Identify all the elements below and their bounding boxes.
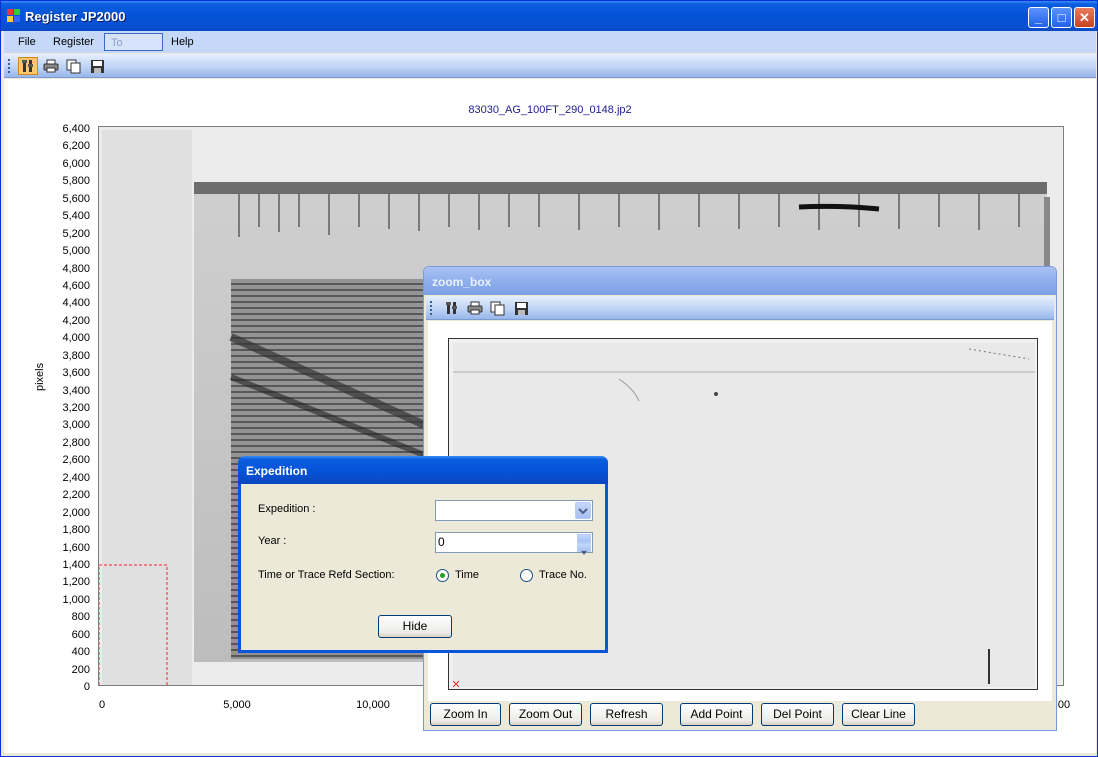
trace-radio-label[interactable]: Trace No. [539, 569, 587, 581]
y-tick-label: 400 [71, 646, 90, 659]
y-tick-label: 5,800 [62, 175, 90, 188]
y-tick-label: 6,400 [62, 123, 90, 135]
chevron-down-icon[interactable] [575, 502, 591, 519]
y-tick-label: 4,000 [62, 332, 90, 345]
copy-icon[interactable] [488, 299, 508, 317]
menu-bar: File Register To SEGY Help [4, 31, 1096, 67]
maximize-button[interactable]: □ [1051, 7, 1072, 28]
y-tick-label: 4,800 [62, 262, 90, 275]
x-tick-label: 10,000 [356, 699, 390, 711]
y-tick-label: 1,600 [62, 541, 90, 554]
print-icon[interactable] [41, 57, 61, 75]
y-tick-label: 5,200 [62, 227, 90, 240]
y-tick-label: 5,600 [62, 192, 90, 205]
toolbar-grip[interactable] [8, 59, 10, 73]
main-toolbar [4, 54, 1096, 78]
y-tick-label: 2,000 [62, 506, 90, 519]
y-tick-label: 4,600 [62, 279, 90, 292]
x-tick-label: 5,000 [223, 699, 251, 711]
time-radio-label[interactable]: Time [455, 569, 479, 581]
expedition-title-bar[interactable]: Expedition [238, 456, 608, 484]
y-tick-label: 1,200 [62, 576, 90, 589]
save-icon[interactable] [87, 57, 107, 75]
menu-help[interactable]: Help [165, 33, 200, 51]
plot-title: 83030_AG_100FT_290_0148.jp2 [468, 104, 632, 116]
year-label: Year : [258, 535, 287, 547]
year-value: 0 [438, 535, 445, 549]
settings-tool-icon[interactable] [442, 299, 462, 317]
section-label: Time or Trace Refd Section: [258, 569, 395, 581]
spin-down-icon[interactable] [577, 543, 591, 555]
y-tick-label: 800 [71, 611, 90, 624]
y-tick-label: 3,800 [62, 349, 90, 362]
refresh-button[interactable]: Refresh [590, 703, 663, 726]
zoom-title: zoom_box [432, 275, 492, 289]
y-tick-label: 200 [71, 663, 90, 676]
add-point-button[interactable]: Add Point [680, 703, 753, 726]
zoom-in-button[interactable]: Zoom In [430, 703, 501, 726]
window-title: Register JP2000 [25, 9, 126, 24]
print-icon[interactable] [465, 299, 485, 317]
y-tick-label: 1,000 [62, 593, 90, 606]
radio-selected-dot [440, 573, 445, 578]
y-tick-label: 6,200 [62, 140, 90, 153]
expedition-label: Expedition : [258, 503, 316, 515]
y-tick-label: 1,800 [62, 524, 90, 537]
expedition-select[interactable] [435, 500, 593, 521]
menu-register[interactable]: Register [47, 33, 100, 51]
y-tick-label: 4,200 [62, 314, 90, 327]
y-tick-label: 6,000 [62, 157, 90, 170]
menu-to-segy[interactable]: To SEGY [104, 33, 163, 67]
zoom-title-bar[interactable]: zoom_box [424, 267, 1056, 295]
y-tick-label: 5,400 [62, 210, 90, 223]
x-tick-label: 00 [1057, 699, 1071, 711]
zoom-button-bar: Zoom In Zoom Out Refresh Add Point Del P… [424, 703, 1056, 731]
title-bar[interactable]: Register JP2000 _ □ ✕ [1, 1, 1097, 31]
save-icon[interactable] [511, 299, 531, 317]
zoom-toolbar [426, 296, 1054, 320]
x-tick-label: 0 [98, 699, 106, 711]
y-tick-label: 3,000 [62, 419, 90, 432]
trace-radio[interactable] [520, 569, 533, 582]
y-tick-label: 3,400 [62, 384, 90, 397]
y-tick-label: 2,600 [62, 454, 90, 467]
y-tick-label: 5,000 [62, 245, 90, 258]
del-point-button[interactable]: Del Point [761, 703, 834, 726]
y-tick-label: 3,200 [62, 402, 90, 414]
y-tick-label: 3,600 [62, 367, 90, 380]
zoom-toolbar-grip[interactable] [430, 301, 432, 315]
expedition-dialog: Expedition Expedition : Year : 0 Time or… [238, 456, 608, 653]
expedition-title: Expedition [246, 464, 308, 478]
y-tick-label: 0 [83, 681, 90, 693]
clear-line-button[interactable]: Clear Line [842, 703, 915, 726]
minimize-button[interactable]: _ [1028, 7, 1049, 28]
y-tick-label: 2,400 [62, 471, 90, 484]
y-tick-label: 2,800 [62, 436, 90, 449]
main-window: Register JP2000 _ □ ✕ File Register To S… [0, 0, 1098, 757]
copy-icon[interactable] [64, 57, 84, 75]
close-button[interactable]: ✕ [1074, 7, 1095, 28]
y-tick-label: 1,400 [62, 558, 90, 571]
app-icon [7, 9, 21, 23]
y-tick-label: 4,400 [62, 297, 90, 310]
zoom-out-button[interactable]: Zoom Out [509, 703, 582, 726]
y-tick-label: 600 [71, 628, 90, 641]
menu-file[interactable]: File [12, 33, 42, 51]
time-radio[interactable] [436, 569, 449, 582]
year-stepper[interactable]: 0 [435, 532, 593, 555]
spin-up-icon[interactable] [577, 534, 591, 547]
settings-tool-icon[interactable] [18, 57, 38, 75]
hide-button[interactable]: Hide [378, 615, 452, 638]
y-tick-label: 2,200 [62, 489, 90, 502]
